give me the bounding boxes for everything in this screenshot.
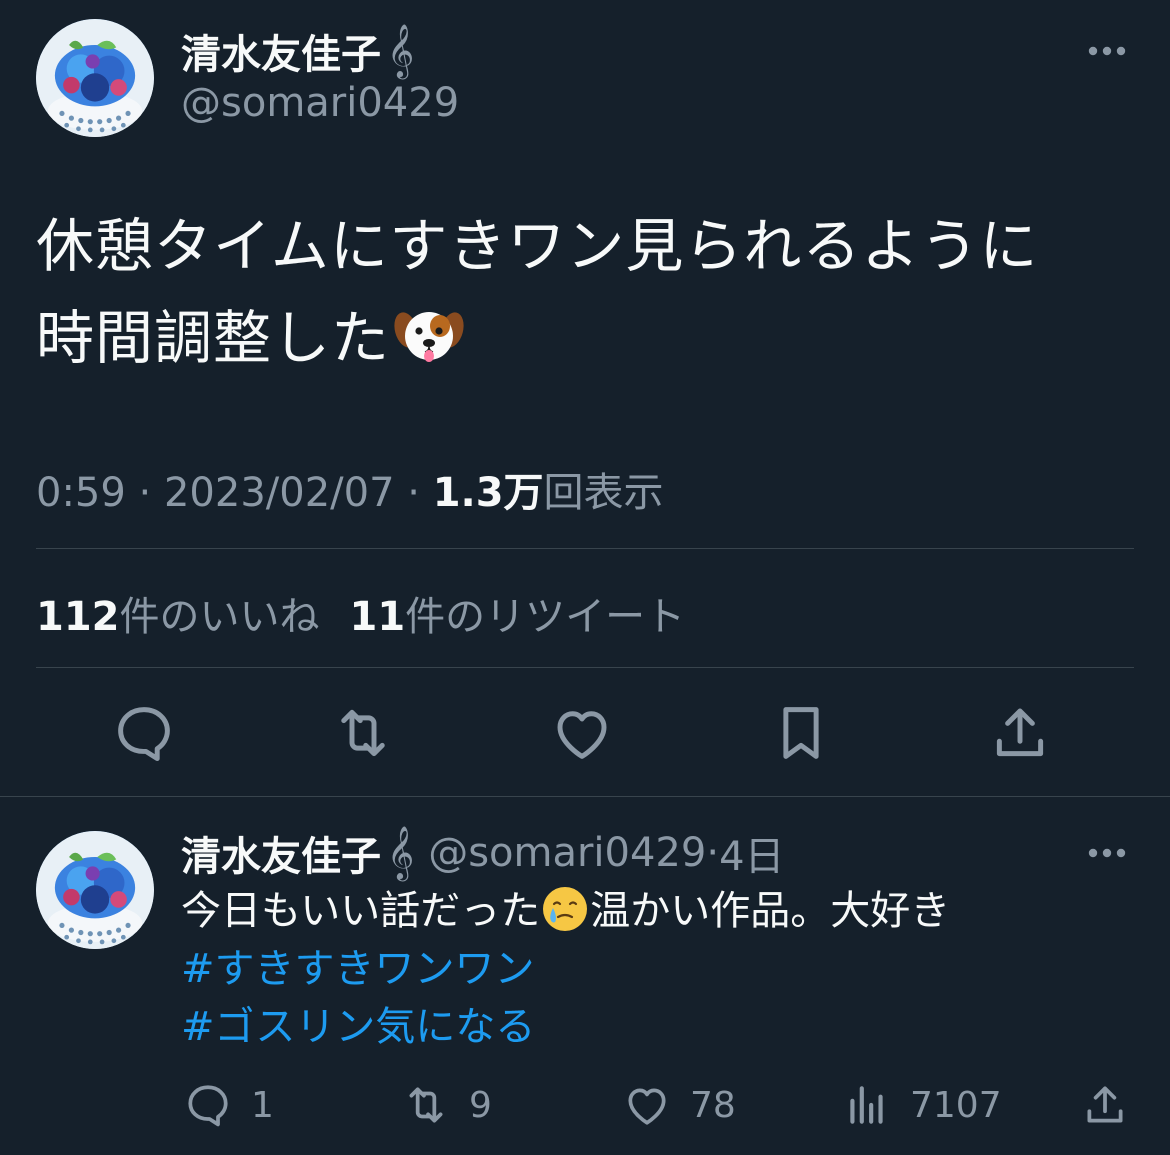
reply-author-avatar[interactable] [36, 831, 154, 949]
views-chart-icon [850, 1086, 883, 1124]
tweet-metadata: 0:59 · 2023/02/07 · 1.3万回表示 [36, 460, 664, 518]
reply-text-part-1: 今日もいい話だった [181, 888, 541, 934]
like-icon [628, 1088, 666, 1125]
author-avatar[interactable] [36, 19, 154, 137]
divider [36, 667, 1134, 668]
reply-author-name-text: 清水友佳子 [181, 834, 381, 880]
reply-age[interactable]: 4日 [719, 824, 784, 882]
reply-header: 清水友佳子 𝄞 @somari0429 · 4日 [181, 824, 785, 882]
likes-stat[interactable]: 112件のいいね [36, 594, 320, 640]
retweet-icon[interactable] [330, 700, 396, 766]
retweets-label: 件のリツイート [405, 594, 686, 640]
tweet-time: 0:59 [36, 470, 126, 516]
reply-author-handle[interactable]: @somari0429 [428, 830, 706, 876]
reply-text: 今日もいい話だった 温かい作品。大好き #すきすきワンワン #ゴスリン気になる [181, 882, 1141, 1056]
separator-dot: · [706, 830, 720, 876]
views-count[interactable]: 1.3万 [433, 470, 544, 516]
likes-count: 112 [36, 594, 120, 640]
divider [0, 796, 1170, 797]
separator-dot: · [138, 470, 164, 516]
reply-icon[interactable] [111, 700, 177, 766]
engagement-stats: 112件のいいね 11件のリツイート [36, 584, 685, 642]
reply-count: 1 [251, 1084, 274, 1126]
face-holding-back-tears-emoji-icon [540, 884, 590, 934]
reply-icon [188, 1085, 228, 1127]
reply-text-part-2: 温かい作品。大好き [590, 888, 951, 934]
treble-clef-icon: 𝄞 [387, 23, 415, 77]
retweets-count: 11 [349, 594, 406, 640]
author-handle[interactable]: @somari0429 [181, 80, 459, 126]
author-name-text: 清水友佳子 [181, 32, 381, 78]
share-icon[interactable] [987, 700, 1053, 766]
tweet-text-line-1: 休憩タイムにすきワン見られるように [36, 212, 1039, 280]
treble-clef-icon: 𝄞 [387, 825, 415, 879]
hashtag-link[interactable]: #すきすきワンワン [181, 940, 1141, 998]
like-icon[interactable] [549, 700, 615, 766]
retweet-icon [409, 1087, 443, 1123]
reply-like-button[interactable]: 78 [622, 1080, 736, 1130]
reply-author-name[interactable]: 清水友佳子 𝄞 [181, 824, 414, 882]
like-count: 78 [690, 1084, 736, 1126]
flower-bowl-avatar-image [36, 19, 154, 137]
dog-face-emoji-icon [394, 300, 464, 362]
views-label: 回表示 [543, 470, 664, 516]
hashtag-link[interactable]: #ゴスリン気になる [181, 998, 1141, 1056]
reply-more-options-icon[interactable] [1086, 840, 1128, 866]
reply-reply-button[interactable]: 1 [183, 1080, 274, 1130]
tweet-date: 2023/02/07 [163, 470, 395, 516]
reply-views-button[interactable]: 7107 [842, 1080, 1002, 1130]
author-name[interactable]: 清水友佳子 𝄞 [181, 23, 415, 78]
reply-retweet-button[interactable]: 9 [401, 1080, 492, 1130]
flower-bowl-avatar-image [36, 831, 154, 949]
view-count: 7107 [910, 1084, 1002, 1126]
tweet-text-line-2: 時間調整した [36, 304, 391, 372]
likes-label: 件のいいね [119, 594, 320, 640]
reply-share-button[interactable] [1080, 1080, 1148, 1130]
divider [36, 548, 1134, 549]
separator-dot: · [407, 470, 433, 516]
tweet-detail-page: 清水友佳子 𝄞 @somari0429 休憩タイムにすきワン見られるように 時間… [0, 0, 1170, 1155]
retweets-stat[interactable]: 11件のリツイート [350, 594, 686, 640]
retweet-count: 9 [469, 1084, 492, 1126]
bookmark-icon[interactable] [768, 700, 834, 766]
more-options-icon[interactable] [1086, 38, 1128, 64]
share-icon [1087, 1086, 1123, 1123]
tweet-text: 休憩タイムにすきワン見られるように 時間調整した [36, 200, 1136, 384]
